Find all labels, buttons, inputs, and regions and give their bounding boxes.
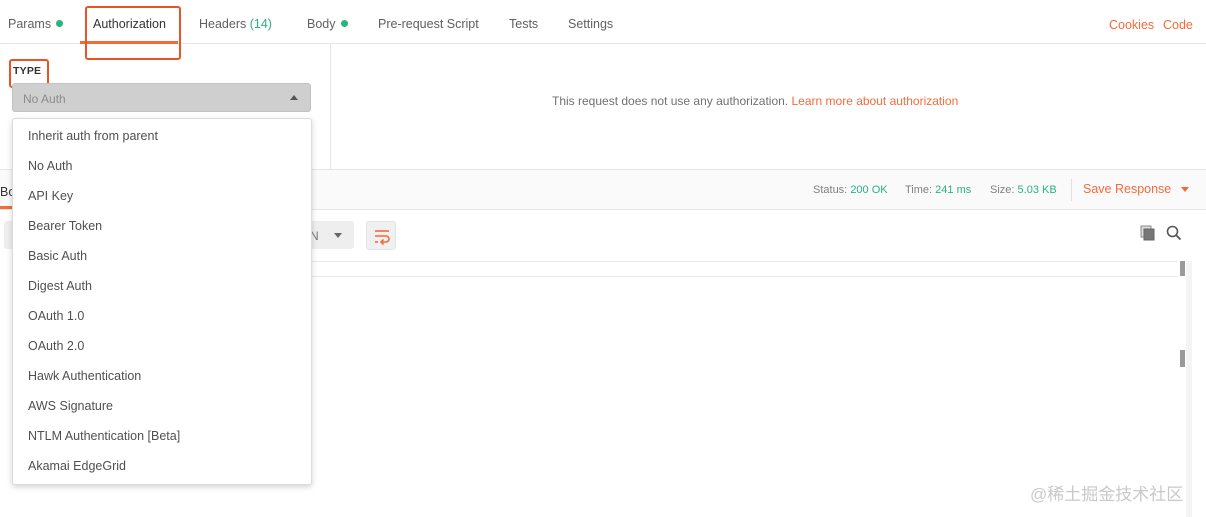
headers-count: (14): [249, 17, 272, 31]
tab-headers[interactable]: Headers (14): [199, 17, 272, 31]
code-link[interactable]: Code: [1163, 18, 1193, 32]
time-readout: Time: 241 ms: [905, 184, 971, 196]
menu-item-api-key[interactable]: API Key: [13, 181, 311, 211]
response-body-editor[interactable]: [312, 261, 1192, 517]
menu-item-aws-signature[interactable]: AWS Signature: [13, 391, 311, 421]
auth-type-select[interactable]: No Auth: [12, 83, 311, 112]
learn-more-auth-link[interactable]: Learn more about authorization: [792, 94, 959, 108]
cookies-link[interactable]: Cookies: [1109, 18, 1154, 32]
scroll-thumb[interactable]: [1180, 350, 1185, 367]
caret-up-icon: [290, 95, 298, 100]
tab-body-label: Body: [307, 17, 336, 31]
chevron-down-icon: [334, 233, 342, 238]
auth-message: This request does not use any authorizat…: [552, 94, 958, 108]
menu-item-bearer-token[interactable]: Bearer Token: [13, 211, 311, 241]
params-indicator-dot: [56, 20, 64, 27]
size-readout: Size: 5.03 KB: [990, 184, 1057, 196]
menu-item-digest-auth[interactable]: Digest Auth: [13, 271, 311, 301]
scroll-thumb[interactable]: [1180, 261, 1185, 276]
body-indicator-dot: [340, 20, 348, 27]
wrap-lines-icon: [375, 230, 390, 246]
menu-item-hawk-auth[interactable]: Hawk Authentication: [13, 361, 311, 391]
tab-params[interactable]: Params: [8, 17, 64, 31]
copy-icon[interactable]: [1140, 225, 1155, 241]
tab-prerequest-label: Pre-request Script: [378, 17, 479, 31]
editor-scrollbar[interactable]: [1186, 261, 1192, 517]
menu-item-no-auth[interactable]: No Auth: [13, 151, 311, 181]
time-value: 241 ms: [935, 184, 972, 196]
size-value: 5.03 KB: [1017, 184, 1057, 196]
auth-type-menu: Inherit auth from parent No Auth API Key…: [12, 118, 312, 485]
tab-body[interactable]: Body: [307, 17, 348, 31]
tab-tests-label: Tests: [509, 17, 539, 31]
divider: [1071, 179, 1072, 201]
size-label: Size:: [990, 184, 1015, 196]
save-response-button[interactable]: Save Response: [1083, 182, 1190, 196]
menu-item-inherit-auth[interactable]: Inherit auth from parent: [13, 121, 311, 151]
time-label: Time:: [905, 184, 933, 196]
search-icon[interactable]: [1166, 225, 1182, 241]
menu-item-oauth-1[interactable]: OAuth 1.0: [13, 301, 311, 331]
menu-item-basic-auth[interactable]: Basic Auth: [13, 241, 311, 271]
editor-first-line: [312, 261, 1178, 277]
tab-headers-label: Headers: [199, 17, 247, 31]
tab-params-label: Params: [8, 17, 52, 31]
menu-item-akamai-edgegrid[interactable]: Akamai EdgeGrid: [13, 451, 311, 481]
tab-settings[interactable]: Settings: [568, 17, 613, 31]
wrap-lines-button[interactable]: [366, 221, 396, 250]
tab-tests[interactable]: Tests: [509, 17, 538, 31]
chevron-down-icon: [1181, 187, 1190, 192]
save-response-label: Save Response: [1083, 182, 1172, 196]
status-readout: Status: 200 OK: [813, 184, 888, 196]
tab-settings-label: Settings: [568, 17, 614, 31]
status-label: Status:: [813, 184, 848, 196]
watermark: @稀土掘金技术社区: [1030, 485, 1184, 504]
menu-item-oauth-2[interactable]: OAuth 2.0: [13, 331, 311, 361]
auth-message-text: This request does not use any authorizat…: [552, 94, 789, 108]
auth-type-selected: No Auth: [23, 92, 66, 106]
tab-prerequest-script[interactable]: Pre-request Script: [378, 17, 479, 31]
status-value: 200 OK: [850, 184, 888, 196]
menu-item-ntlm-auth[interactable]: NTLM Authentication [Beta]: [13, 421, 311, 451]
